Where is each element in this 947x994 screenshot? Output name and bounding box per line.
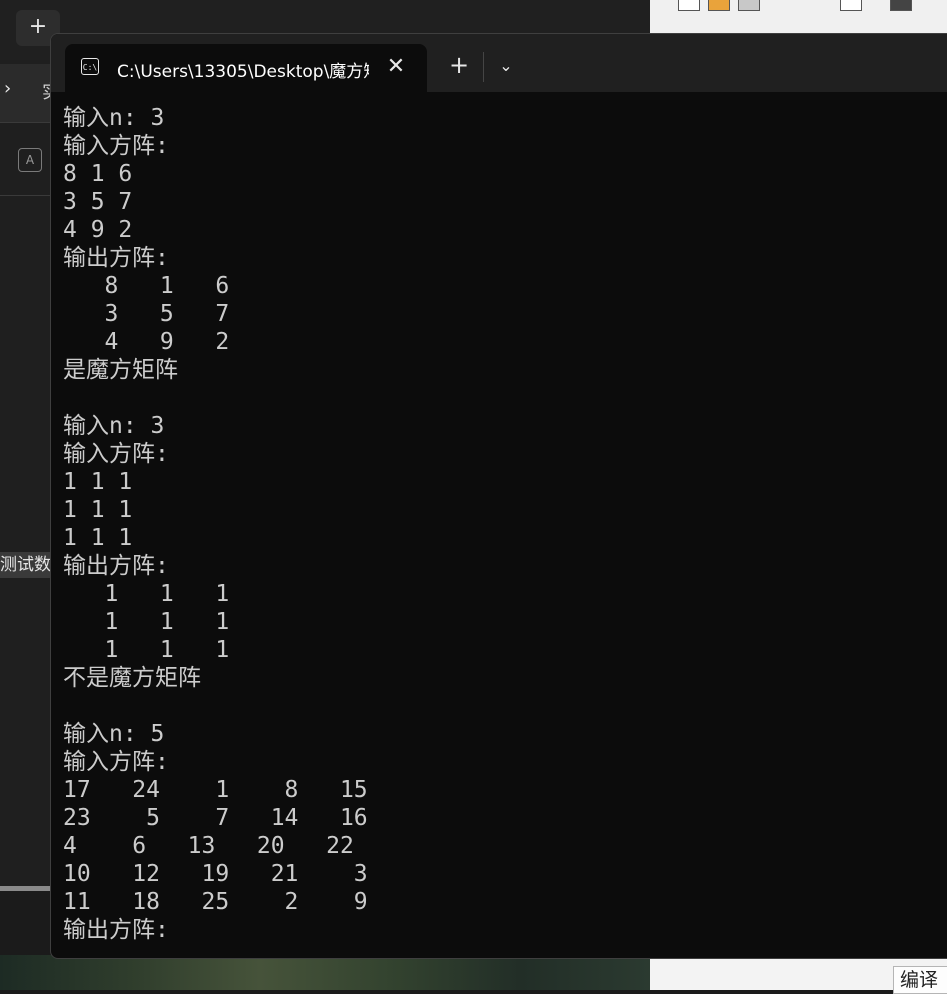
terminal-tab[interactable]: C:\ C:\Users\13305\Desktop\魔方矩阵.exe ✕ — [65, 44, 427, 92]
console-line: 输入方阵: — [63, 133, 169, 159]
console-line: 1 1 1 — [63, 469, 133, 495]
console-line: 输入n: 3 — [63, 413, 165, 439]
close-icon[interactable]: ✕ — [381, 52, 411, 82]
console-line: 输入方阵: — [63, 749, 169, 775]
console-line: 1 1 1 — [63, 525, 133, 551]
console-line: 4 9 2 — [63, 329, 230, 355]
console-line: 10 12 19 21 3 — [63, 861, 368, 887]
toolbar-icon[interactable] — [708, 0, 730, 11]
background-sidebar — [0, 60, 52, 890]
console-line: 输入n: 5 — [63, 721, 165, 747]
terminal-window[interactable]: C:\ C:\Users\13305\Desktop\魔方矩阵.exe ✕ + … — [50, 33, 947, 959]
console-line: 不是魔方矩阵 — [63, 665, 201, 691]
tab-title: C:\Users\13305\Desktop\魔方矩阵.exe — [117, 62, 369, 82]
console-line: 4 6 13 20 22 — [63, 833, 354, 859]
chevron-down-icon[interactable]: ⌄ — [491, 50, 521, 82]
console-line: 4 9 2 — [63, 217, 133, 243]
divider — [0, 195, 52, 196]
console-line: 1 1 1 — [63, 497, 133, 523]
console-line: 输入方阵: — [63, 441, 169, 467]
console-line: 17 24 1 8 15 — [63, 777, 368, 803]
console-line: 输出方阵: — [63, 245, 169, 271]
console-line: 输出方阵: — [63, 917, 169, 943]
console-line: 是魔方矩阵 — [63, 357, 178, 383]
console-line: 11 18 25 2 9 — [63, 889, 368, 915]
console-line: 输入n: 3 — [63, 105, 165, 131]
toolbar-icon[interactable] — [738, 0, 760, 11]
console-line: 3 5 7 — [63, 301, 230, 327]
background-sidebar-label: 测试数 — [0, 552, 52, 578]
console-icon: C:\ — [81, 58, 99, 75]
console-line: 1 1 1 — [63, 637, 230, 663]
console-line: 23 5 7 14 16 — [63, 805, 368, 831]
toolbar-icon[interactable] — [890, 0, 912, 11]
console-line: 1 1 1 — [63, 609, 230, 635]
console-line: 输出方阵: — [63, 553, 169, 579]
console-output[interactable]: 输入n: 3 输入方阵: 8 1 63 5 74 9 2 输出方阵: 8 1 6 3 … — [63, 104, 368, 944]
title-bar[interactable]: C:\ C:\Users\13305\Desktop\魔方矩阵.exe ✕ + … — [51, 34, 947, 92]
toolbar-icon[interactable] — [840, 0, 862, 11]
divider — [483, 52, 484, 82]
console-line: 1 1 1 — [63, 581, 230, 607]
background-scrollbar[interactable] — [0, 886, 52, 891]
console-line: 8 1 6 — [63, 273, 230, 299]
toolbar-icon[interactable] — [678, 0, 700, 11]
console-line: 3 5 7 — [63, 189, 133, 215]
background-map-image — [0, 955, 650, 990]
new-tab-button[interactable]: + — [443, 50, 475, 82]
console-line: 8 1 6 — [63, 161, 133, 187]
chevron-right-icon[interactable]: › — [4, 78, 11, 99]
translate-icon[interactable]: A — [18, 148, 42, 172]
